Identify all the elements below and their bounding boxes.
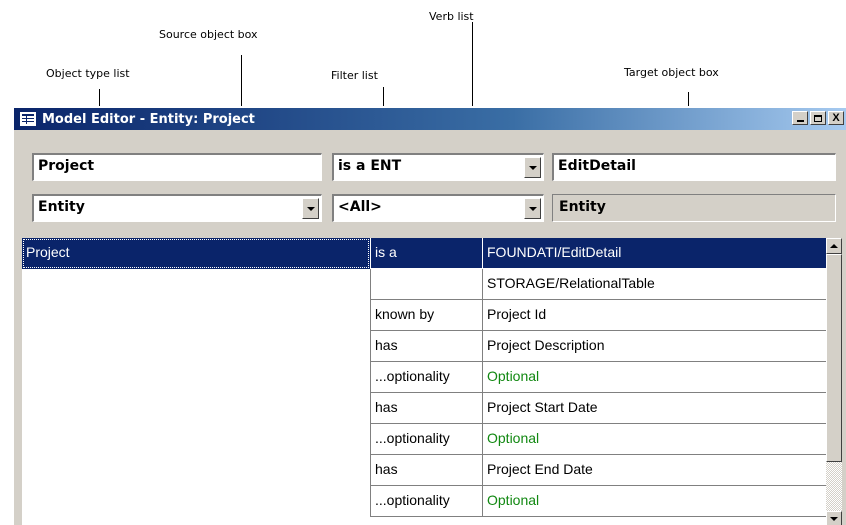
- subject-cell[interactable]: Project: [22, 238, 370, 269]
- source-object-box-annotation: Source object box: [159, 28, 258, 41]
- verb-list-annotation: Verb list: [429, 10, 474, 23]
- title-bar[interactable]: Model Editor - Entity: Project X: [14, 108, 846, 130]
- subject-cell[interactable]: [22, 362, 370, 393]
- verb-dropdown-arrow-icon[interactable]: [524, 157, 541, 178]
- verb-cell[interactable]: has: [370, 331, 482, 362]
- object-cell[interactable]: Project End Date: [482, 455, 830, 486]
- target-object-input[interactable]: EditDetail: [552, 153, 836, 181]
- verb-select[interactable]: is a ENT: [332, 153, 544, 181]
- title-bar-buttons: X: [792, 111, 844, 125]
- object-type-list-annotation: Object type list: [46, 67, 130, 80]
- subject-cell[interactable]: [22, 424, 370, 455]
- table-row[interactable]: STORAGE/RelationalTable: [22, 269, 830, 300]
- table-row[interactable]: has Project Start Date: [22, 393, 830, 424]
- close-button[interactable]: X: [828, 111, 844, 125]
- subject-cell[interactable]: [22, 455, 370, 486]
- object-cell[interactable]: Optional: [482, 424, 830, 455]
- scrollbar-track[interactable]: [826, 462, 842, 511]
- vertical-scrollbar[interactable]: [826, 238, 842, 525]
- object-cell[interactable]: Project Start Date: [482, 393, 830, 424]
- scrollbar-thumb[interactable]: [826, 254, 842, 462]
- filter-select-value: <All>: [338, 199, 382, 215]
- relationship-grid[interactable]: Project is a FOUNDATI/EditDetail STORAGE/Re…: [22, 238, 842, 525]
- verb-cell[interactable]: ...optionality: [370, 362, 482, 393]
- filter-select[interactable]: <All>: [332, 194, 544, 222]
- table-row[interactable]: has Project Description: [22, 331, 830, 362]
- scroll-down-arrow-icon[interactable]: [826, 511, 842, 525]
- object-type-dropdown-arrow-icon[interactable]: [302, 198, 319, 219]
- target-object-box-annotation: Target object box: [624, 66, 719, 79]
- subject-cell[interactable]: [22, 300, 370, 331]
- source-object-input[interactable]: Project: [32, 153, 322, 181]
- window-grid-icon[interactable]: [20, 112, 36, 126]
- table-row[interactable]: ...optionality Optional: [22, 486, 830, 517]
- object-cell[interactable]: Optional: [482, 362, 830, 393]
- verb-cell[interactable]: has: [370, 393, 482, 424]
- maximize-button[interactable]: [810, 111, 826, 125]
- object-type-select[interactable]: Entity: [32, 194, 322, 222]
- minimize-button[interactable]: [792, 111, 808, 125]
- model-editor-window: Model Editor - Entity: Project X Project…: [12, 106, 846, 525]
- object-cell[interactable]: Project Description: [482, 331, 830, 362]
- subject-cell[interactable]: [22, 269, 370, 300]
- subject-cell[interactable]: [22, 486, 370, 517]
- verb-cell[interactable]: is a: [370, 238, 482, 269]
- verb-cell[interactable]: ...optionality: [370, 486, 482, 517]
- object-cell[interactable]: FOUNDATI/EditDetail: [482, 238, 830, 269]
- subject-cell[interactable]: [22, 393, 370, 424]
- verb-cell[interactable]: known by: [370, 300, 482, 331]
- table-row[interactable]: ...optionality Optional: [22, 362, 830, 393]
- scroll-up-arrow-icon[interactable]: [826, 238, 842, 254]
- table-row[interactable]: ...optionality Optional: [22, 424, 830, 455]
- object-type-select-value: Entity: [38, 199, 85, 215]
- object-cell[interactable]: STORAGE/RelationalTable: [482, 269, 830, 300]
- object-cell[interactable]: Project Id: [482, 300, 830, 331]
- target-type-box: Entity: [552, 194, 836, 222]
- filter-dropdown-arrow-icon[interactable]: [524, 198, 541, 219]
- table-row[interactable]: Project is a FOUNDATI/EditDetail: [22, 238, 830, 269]
- table-row[interactable]: known by Project Id: [22, 300, 830, 331]
- verb-cell[interactable]: ...optionality: [370, 424, 482, 455]
- subject-cell[interactable]: [22, 331, 370, 362]
- filter-list-annotation: Filter list: [331, 69, 378, 82]
- verb-cell[interactable]: [370, 269, 482, 300]
- verb-cell[interactable]: has: [370, 455, 482, 486]
- object-cell[interactable]: Optional: [482, 486, 830, 517]
- verb-select-value: is a ENT: [338, 158, 402, 174]
- window-title: Model Editor - Entity: Project: [42, 111, 255, 127]
- table-row[interactable]: has Project End Date: [22, 455, 830, 486]
